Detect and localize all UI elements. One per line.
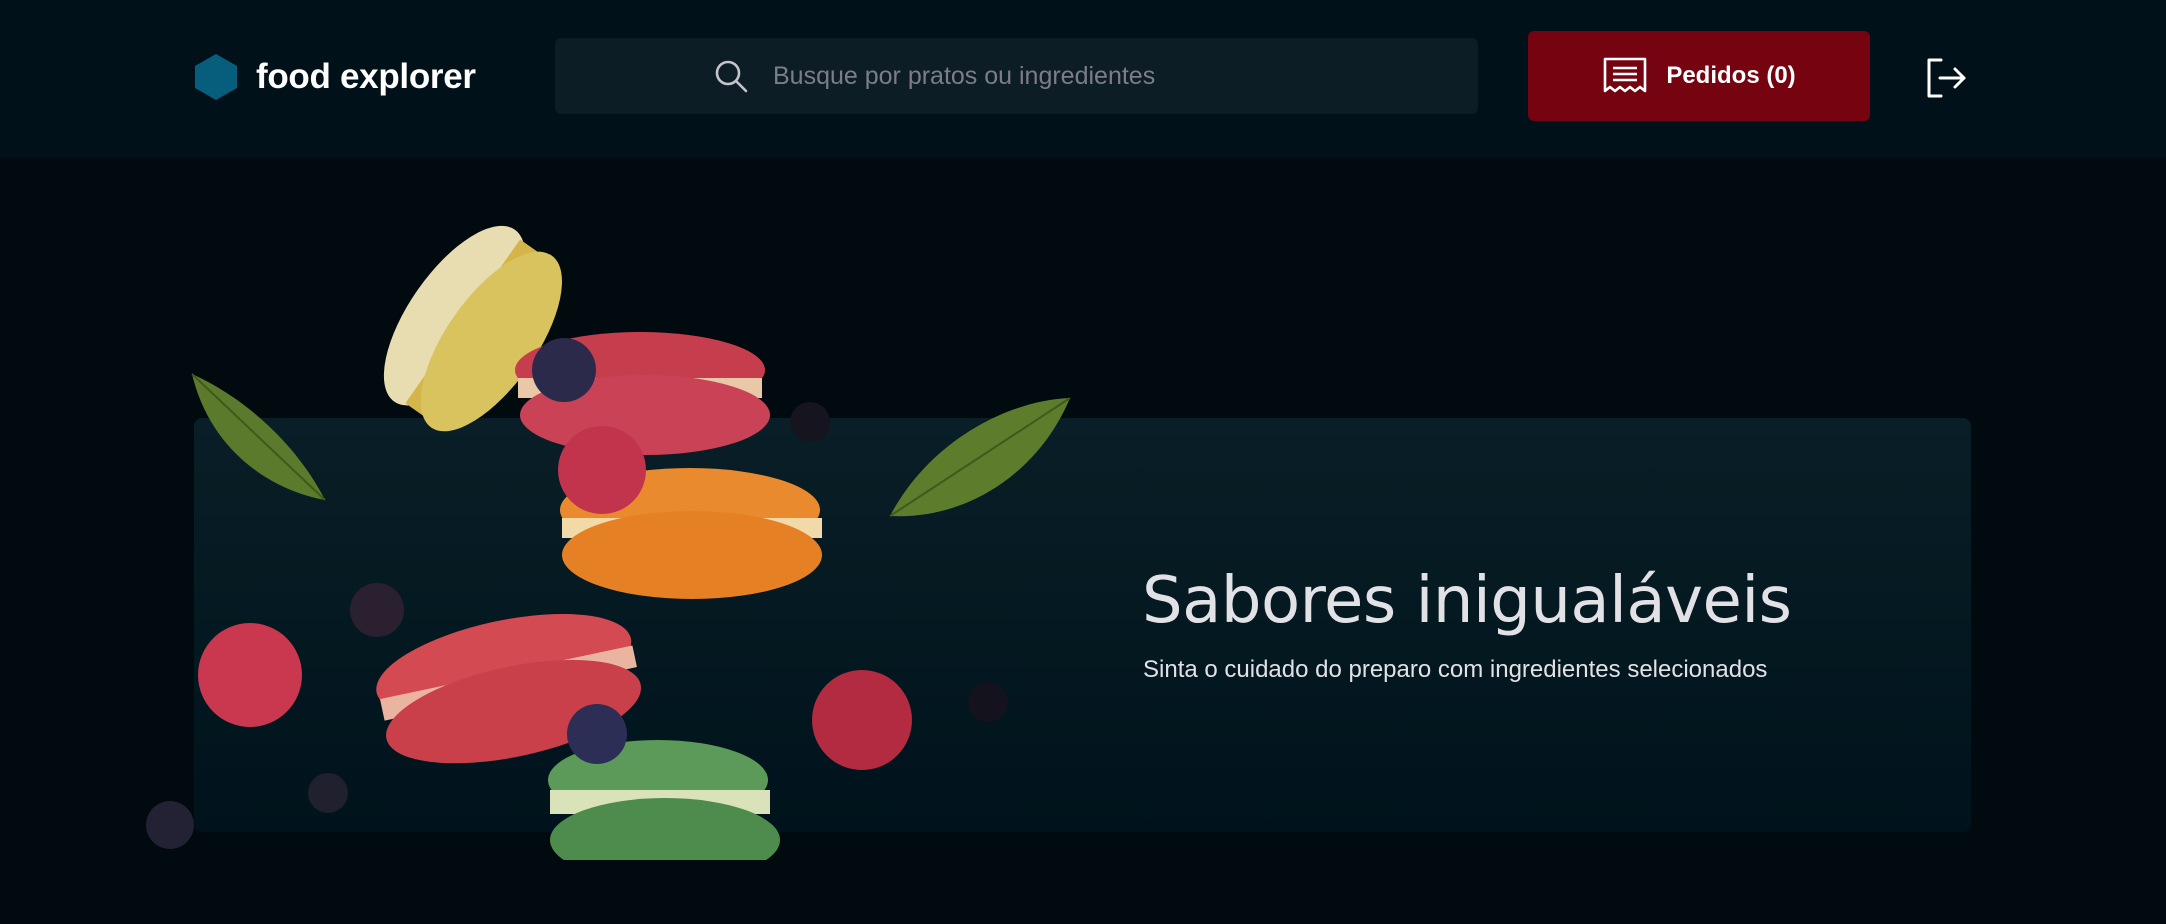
brand[interactable]: food explorer: [194, 52, 476, 102]
hero-title: Sabores inigualáveis: [1142, 564, 1792, 638]
receipt-icon: [1604, 57, 1647, 93]
hero-macarons-image: [146, 225, 1071, 860]
top-header: food explorer Pedidos (0): [0, 0, 2166, 158]
sign-out-icon[interactable]: [1924, 56, 1968, 100]
hero-subtitle: Sinta o cuidado do preparo com ingredien…: [1143, 656, 1768, 683]
search-bar[interactable]: [555, 38, 1478, 114]
brand-name: food explorer: [256, 57, 476, 96]
orders-button-label: Pedidos (0): [1666, 62, 1796, 89]
search-icon: [715, 60, 748, 93]
orders-button[interactable]: Pedidos (0): [1528, 31, 1870, 121]
hexagon-logo-icon: [195, 54, 237, 100]
search-input[interactable]: [773, 52, 1453, 100]
